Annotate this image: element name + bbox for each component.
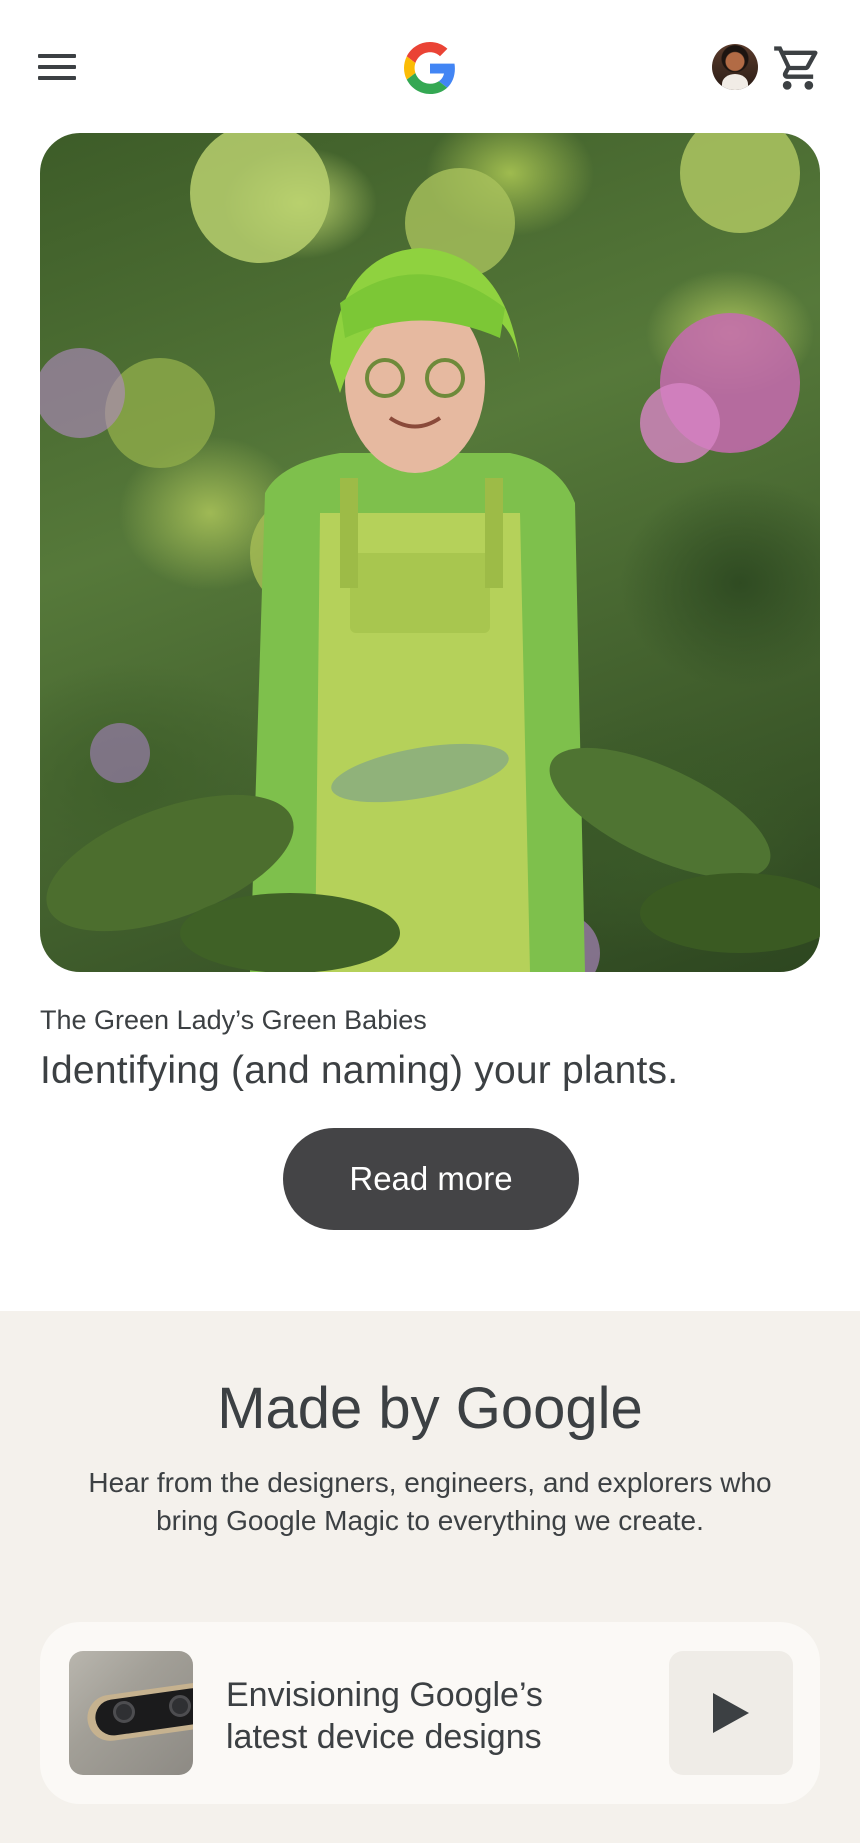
top-header bbox=[0, 0, 860, 134]
shopping-cart-icon[interactable] bbox=[772, 42, 824, 94]
section-title: Made by Google bbox=[217, 1376, 643, 1441]
video-title: Envisioning Google’s latest device desig… bbox=[226, 1676, 543, 1756]
play-button[interactable] bbox=[669, 1651, 793, 1775]
play-icon bbox=[713, 1693, 749, 1733]
hero-image[interactable] bbox=[40, 133, 820, 972]
video-thumbnail bbox=[69, 1651, 193, 1775]
google-logo-icon[interactable] bbox=[404, 42, 456, 94]
article-headline[interactable]: Identifying (and naming) your plants. bbox=[40, 1049, 678, 1093]
made-by-google-section: Made by Google Hear from the designers, … bbox=[0, 1311, 860, 1843]
video-card[interactable]: Envisioning Google’s latest device desig… bbox=[40, 1622, 820, 1804]
user-avatar[interactable] bbox=[712, 44, 758, 90]
hero-illustration bbox=[40, 133, 820, 972]
article-eyebrow: The Green Lady’s Green Babies bbox=[40, 1005, 427, 1035]
hamburger-menu-icon[interactable] bbox=[34, 46, 82, 86]
section-description: Hear from the designers, engineers, and … bbox=[88, 1467, 772, 1536]
read-more-button[interactable]: Read more bbox=[283, 1128, 579, 1230]
